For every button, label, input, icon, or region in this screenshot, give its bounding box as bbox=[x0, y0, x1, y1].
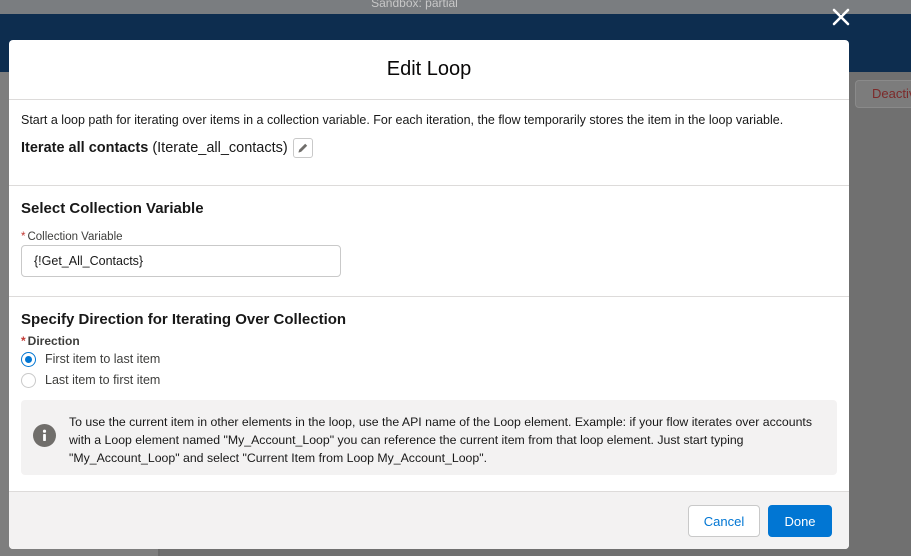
required-marker: * bbox=[21, 334, 26, 348]
direction-field-label: * Direction bbox=[21, 334, 80, 348]
sandbox-label: Sandbox: partial bbox=[371, 0, 458, 10]
modal-header: Edit Loop bbox=[9, 40, 849, 100]
info-callout: To use the current item in other element… bbox=[21, 400, 837, 475]
close-modal-button[interactable] bbox=[829, 5, 853, 29]
modal-title: Edit Loop bbox=[386, 58, 472, 80]
info-text: To use the current item in other element… bbox=[69, 415, 813, 465]
radio-label: Last item to first item bbox=[45, 373, 161, 387]
deactivate-button: Deactiv bbox=[855, 80, 911, 108]
direction-heading: Specify Direction for Iterating Over Col… bbox=[21, 311, 347, 328]
radio-label: First item to last item bbox=[45, 352, 161, 366]
loop-description: Start a loop path for iterating over ite… bbox=[21, 113, 784, 127]
radio-first-to-last[interactable]: First item to last item bbox=[21, 349, 837, 369]
info-icon bbox=[33, 424, 56, 447]
element-label: Iterate all contacts bbox=[21, 140, 149, 156]
edit-loop-modal: Edit Loop Start a loop path for iteratin… bbox=[9, 40, 849, 549]
edit-name-button[interactable] bbox=[292, 138, 313, 158]
collection-section: Select Collection Variable * Collection V… bbox=[9, 186, 849, 297]
cancel-button[interactable]: Cancel bbox=[688, 505, 760, 537]
pencil-icon bbox=[298, 143, 307, 153]
close-icon bbox=[832, 8, 850, 26]
element-name-row: Iterate all contacts (Iterate_all_contac… bbox=[21, 138, 837, 158]
required-marker: * bbox=[21, 231, 26, 243]
direction-section: Specify Direction for Iterating Over Col… bbox=[9, 297, 849, 475]
done-button[interactable]: Done bbox=[768, 505, 832, 537]
collection-heading: Select Collection Variable bbox=[21, 200, 204, 217]
modal-footer: Cancel Done bbox=[9, 491, 849, 549]
collection-variable-input[interactable] bbox=[21, 245, 341, 277]
radio-last-to-first[interactable]: Last item to first item bbox=[21, 370, 837, 390]
radio-button-checked[interactable] bbox=[21, 351, 36, 367]
loop-description-section: Start a loop path for iterating over ite… bbox=[9, 100, 849, 186]
element-api-name: (Iterate_all_contacts) bbox=[152, 140, 288, 156]
radio-button[interactable] bbox=[21, 372, 36, 388]
collection-field-label: * Collection Variable bbox=[21, 231, 123, 243]
